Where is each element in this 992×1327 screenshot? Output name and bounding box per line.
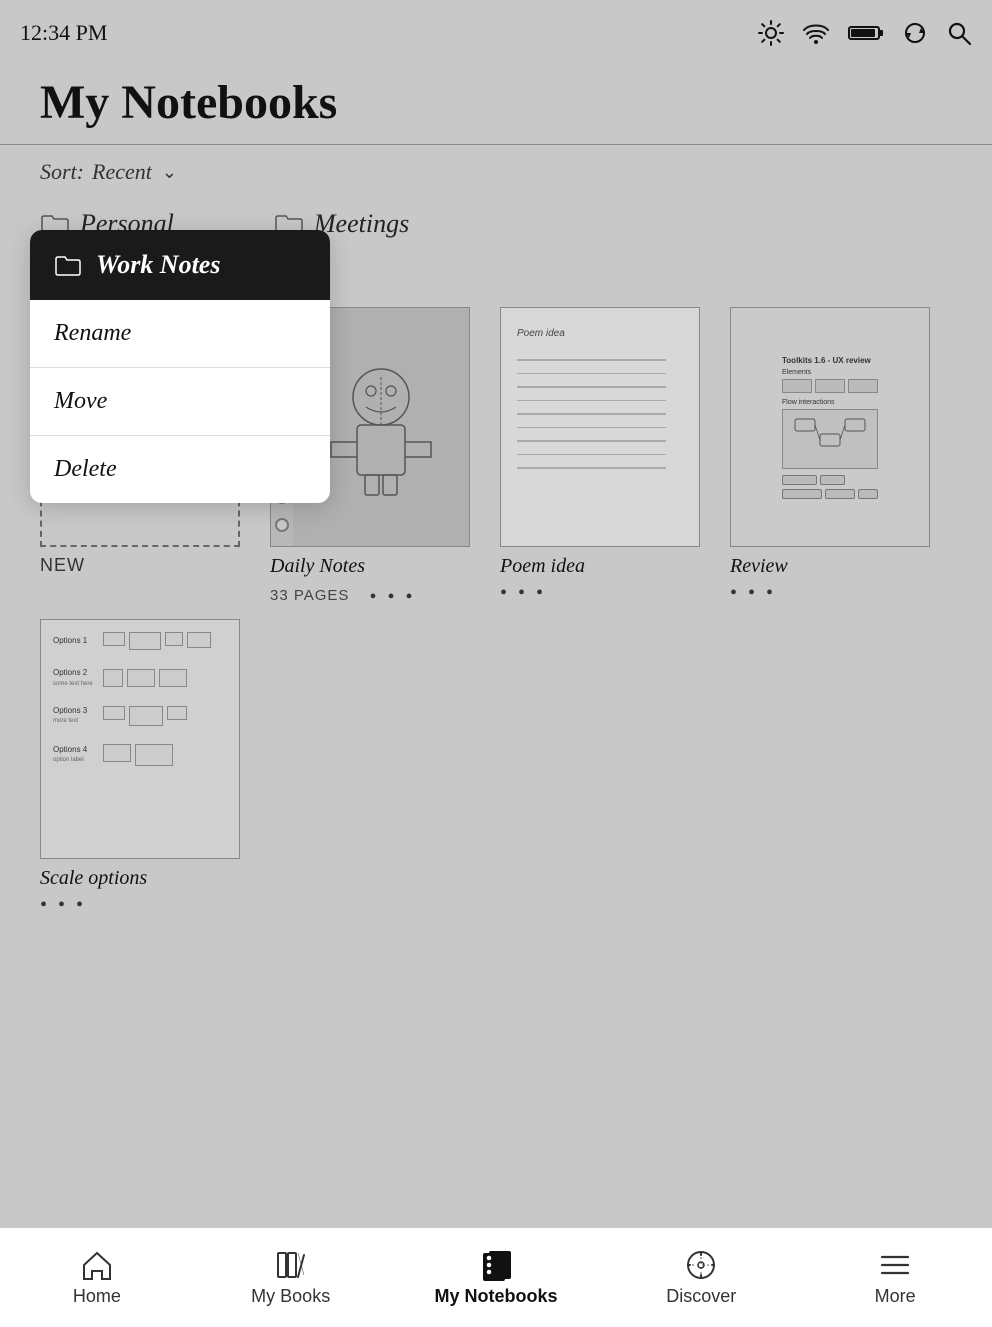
books-icon <box>274 1249 308 1281</box>
sort-bar[interactable]: Sort: Recent ⌄ <box>0 145 992 199</box>
context-menu-move[interactable]: Move <box>30 368 330 436</box>
notebook-scale-options-cover[interactable]: Options 1 Options 2some text here <box>40 619 240 859</box>
notebook-daily-notes-pages: 33 PAGES <box>270 587 349 604</box>
notebook-poem-idea-cover[interactable]: Poem idea <box>500 307 700 547</box>
notebook-poem-title: Poem idea <box>500 555 585 578</box>
notebook-daily-notes-menu[interactable]: • • • <box>369 586 415 609</box>
notebook-review[interactable]: Toolkits 1.6 - UX review Elements Flow i… <box>730 307 930 609</box>
context-menu-header: Work Notes <box>30 230 330 300</box>
nav-home-label: Home <box>73 1286 121 1307</box>
notebook-review-menu[interactable]: • • • <box>730 582 776 605</box>
nav-my-books-label: My Books <box>251 1286 330 1307</box>
notebook-poem-menu[interactable]: • • • <box>500 582 546 605</box>
nav-my-notebooks[interactable]: My Notebooks <box>434 1249 557 1307</box>
notebook-scale-options[interactable]: Options 1 Options 2some text here <box>40 619 240 917</box>
chevron-down-icon[interactable]: ⌄ <box>162 162 177 183</box>
search-icon[interactable] <box>946 20 972 46</box>
notebook-daily-notes-title: Daily Notes <box>270 555 365 578</box>
context-menu-caret <box>75 302 99 316</box>
sort-value[interactable]: Recent <box>92 159 152 185</box>
notebook-new-label: NEW <box>40 555 85 576</box>
home-icon <box>80 1249 114 1281</box>
notebooks-grid-row2: Options 1 Options 2some text here <box>0 619 992 917</box>
context-menu-items: Rename Move Delete <box>30 300 330 503</box>
more-icon <box>878 1249 912 1281</box>
page-header: My Notebooks <box>0 65 992 145</box>
context-menu: Work Notes Rename Move Delete <box>30 230 330 503</box>
notebook-daily-notes-meta: 33 PAGES • • • <box>270 582 415 609</box>
nav-my-books[interactable]: My Books <box>241 1249 341 1307</box>
context-menu-delete[interactable]: Delete <box>30 436 330 503</box>
context-folder-icon <box>54 254 82 276</box>
battery-icon <box>848 24 884 42</box>
notebooks-icon <box>479 1249 513 1281</box>
nav-discover-label: Discover <box>666 1286 736 1307</box>
notebook-review-cover[interactable]: Toolkits 1.6 - UX review Elements Flow i… <box>730 307 930 547</box>
bottom-nav: Home My Books My Notebooks <box>0 1227 992 1327</box>
status-bar: 12:34 PM <box>0 0 992 65</box>
status-icons <box>758 20 972 46</box>
nav-home[interactable]: Home <box>47 1249 147 1307</box>
scale-cover-content: Options 1 Options 2some text here <box>53 632 227 846</box>
context-menu-title: Work Notes <box>96 250 220 280</box>
brightness-icon[interactable] <box>758 20 784 46</box>
notebook-scale-title: Scale options <box>40 867 147 890</box>
notebook-scale-menu[interactable]: • • • <box>40 894 86 917</box>
sync-icon[interactable] <box>902 20 928 46</box>
page-title: My Notebooks <box>40 75 952 130</box>
discover-icon <box>684 1249 718 1281</box>
nav-more[interactable]: More <box>845 1249 945 1307</box>
wifi-icon <box>802 22 830 44</box>
sort-label: Sort: <box>40 159 84 185</box>
poem-cover-content: Poem idea <box>501 308 699 546</box>
status-time: 12:34 PM <box>20 20 107 46</box>
notebook-review-title: Review <box>730 555 788 578</box>
review-cover-content: Toolkits 1.6 - UX review Elements Flow i… <box>782 356 878 499</box>
poem-lines <box>517 359 683 481</box>
nav-my-notebooks-label: My Notebooks <box>434 1286 557 1307</box>
folder-meetings-label: Meetings <box>314 209 409 239</box>
nav-more-label: More <box>875 1286 916 1307</box>
nav-discover[interactable]: Discover <box>651 1249 751 1307</box>
notebook-poem-idea[interactable]: Poem idea Poem idea • • • <box>500 307 700 609</box>
